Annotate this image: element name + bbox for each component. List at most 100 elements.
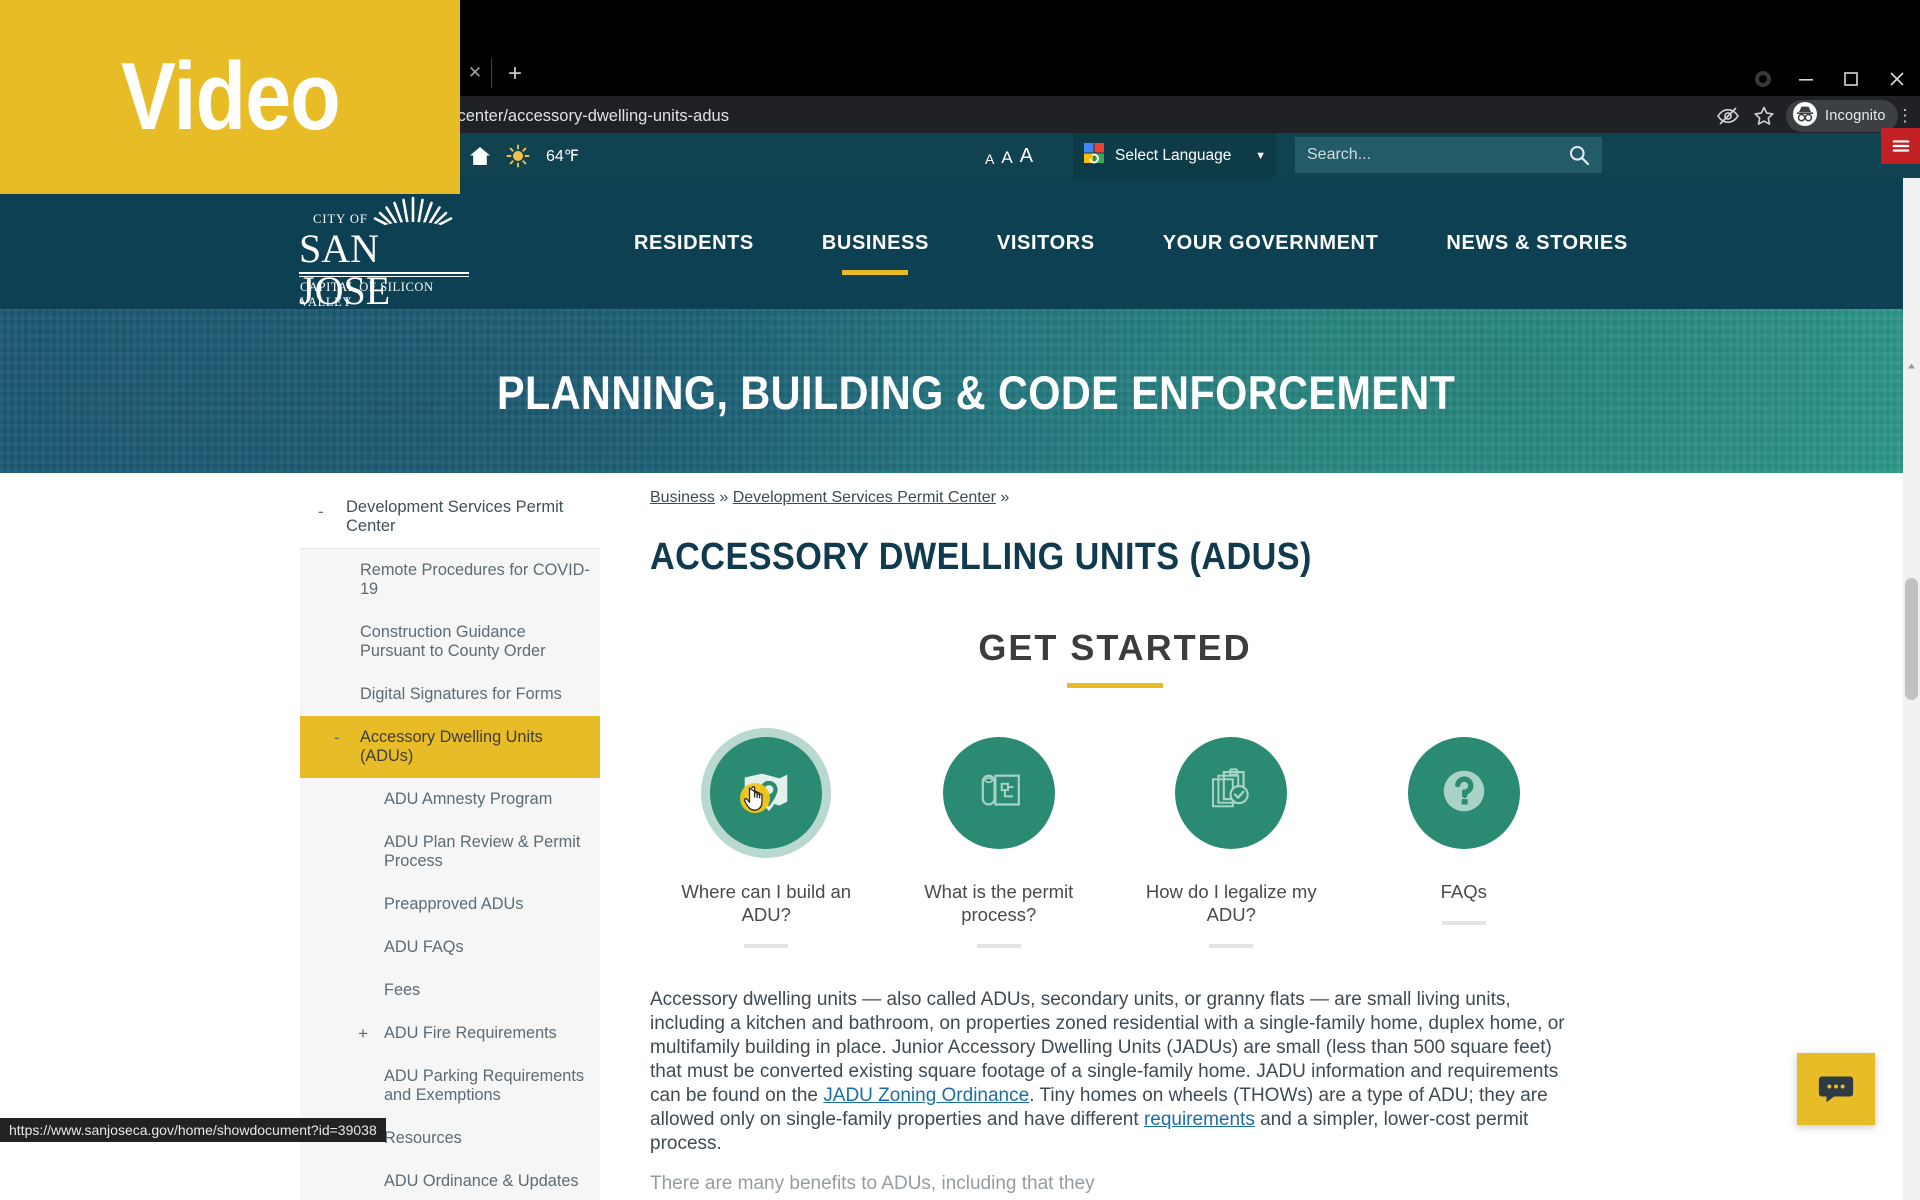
site-search[interactable] [1295, 137, 1602, 173]
card-label: What is the permit process? [924, 881, 1074, 925]
minimize-icon[interactable] [1793, 66, 1819, 92]
intro-paragraph: Accessory dwelling units — also called A… [650, 988, 1582, 1156]
sidebar-item-list: Remote Procedures for COVID-19 Construct… [300, 548, 600, 1200]
video-badge-label: Video [120, 43, 340, 150]
card-underline [1441, 921, 1486, 925]
nav-label: BUSINESS [821, 232, 929, 254]
sidebar-item-accessory-dwelling-units[interactable]: - Accessory Dwelling Units (ADUs) [300, 716, 600, 778]
card-circle-wrap [1166, 728, 1296, 858]
quick-link-cards: Where can I build an ADU? What is the pe… [650, 728, 1580, 948]
language-selector[interactable]: Select Language ▼ [1073, 133, 1276, 178]
sidebar-item-label: ADU Amnesty Program [384, 790, 553, 808]
text-size-small[interactable]: A [985, 152, 994, 166]
incognito-label: Incognito [1825, 108, 1886, 124]
sun-rays-icon [367, 192, 459, 232]
search-icon[interactable] [1568, 144, 1590, 166]
expand-toggle-icon[interactable]: + [358, 1024, 368, 1043]
intro-paragraph-2: There are many benefits to ADUs, includi… [650, 1173, 1095, 1194]
get-started-underline [1067, 683, 1163, 688]
nav-item-your-government[interactable]: YOUR GOVERNMENT [1129, 232, 1413, 255]
page-title: ACCESSORY DWELLING UNITS (ADUS) [650, 536, 1312, 578]
card-where-can-i-build[interactable]: Where can I build an ADU? [666, 728, 866, 948]
language-label: Select Language [1115, 146, 1232, 164]
nav-item-business[interactable]: BUSINESS [788, 232, 963, 275]
nav-active-underline [842, 270, 909, 275]
sidebar-item-label: Development Services Permit Center [346, 498, 564, 535]
logo-rule-top [299, 272, 469, 274]
nav-label: RESIDENTS [634, 232, 754, 254]
page-scrollbar-thumb[interactable] [1905, 578, 1918, 700]
chat-bubble-icon [1817, 1068, 1855, 1111]
breadcrumb-link-business[interactable]: Business [650, 489, 715, 506]
chat-widget-button[interactable] [1797, 1053, 1875, 1125]
sidebar-item-adu-faqs[interactable]: ADU FAQs [300, 926, 600, 969]
nav-label: YOUR GOVERNMENT [1162, 232, 1379, 254]
chrome-menu-icon[interactable]: ⋮ [1895, 102, 1915, 130]
card-permit-process[interactable]: What is the permit process? [899, 728, 1099, 948]
sidebar-item-adu-parking-requirements[interactable]: ADU Parking Requirements and Exemptions [300, 1055, 600, 1117]
maximize-icon[interactable] [1838, 66, 1864, 92]
weather-temperature: 64℉ [546, 147, 580, 165]
get-started-heading: GET STARTED [978, 627, 1252, 668]
scroll-up-arrow-icon[interactable] [1905, 360, 1918, 373]
nav-item-residents[interactable]: RESIDENTS [600, 232, 788, 255]
card-label: How do I legalize my ADU? [1145, 881, 1317, 925]
breadcrumb: Business » Development Services Permit C… [650, 488, 1600, 508]
nav-item-visitors[interactable]: VISITORS [963, 232, 1129, 255]
sidebar-item-label: ADU Fire Requirements [384, 1024, 557, 1042]
card-circle [710, 737, 823, 849]
card-legalize-my-adu[interactable]: How do I legalize my ADU? [1131, 728, 1331, 948]
record-indicator-icon [1750, 66, 1776, 92]
sidebar-item-label: Construction Guidance Pursuant to County… [360, 623, 546, 660]
sidebar-item-label: Fees [384, 981, 421, 999]
hero-title: PLANNING, BUILDING & CODE ENFORCEMENT [497, 366, 1456, 419]
sidebar-item-adu-plan-review[interactable]: ADU Plan Review & Permit Process [300, 821, 600, 883]
sidebar-item-adu-fire-requirements[interactable]: + ADU Fire Requirements [300, 1012, 600, 1055]
logo-rule-bottom [299, 276, 469, 277]
video-badge-overlay: Video [0, 0, 460, 194]
card-faqs[interactable]: FAQs [1364, 728, 1564, 948]
sidebar-item-construction-guidance[interactable]: Construction Guidance Pursuant to County… [300, 611, 600, 673]
sidebar-item-adu-amnesty-program[interactable]: ADU Amnesty Program [300, 778, 600, 821]
text-size-medium[interactable]: A [1001, 149, 1012, 166]
collapse-toggle-icon[interactable]: - [334, 728, 340, 747]
sidebar-item-label: ADU Plan Review & Permit Process [384, 833, 581, 870]
new-tab-button[interactable]: + [498, 58, 532, 90]
text-size-large[interactable]: A [1020, 146, 1033, 166]
sidebar-item-remote-procedures[interactable]: Remote Procedures for COVID-19 [300, 549, 600, 611]
window-close-icon[interactable] [1884, 66, 1910, 92]
feedback-tab-button[interactable] [1881, 128, 1920, 164]
collapse-toggle-icon[interactable]: - [318, 502, 324, 521]
question-mark-icon [1435, 762, 1493, 825]
sidebar-item-label: ADU Ordinance & Updates [384, 1172, 579, 1190]
card-circle [1175, 737, 1288, 849]
sidebar-navigation: - Development Services Permit Center Rem… [300, 488, 600, 1200]
logo-tagline: CAPITAL OF SILICON VALLEY [300, 280, 434, 309]
sidebar-item-label: ADU FAQs [384, 938, 464, 956]
bookmark-star-icon[interactable] [1750, 102, 1778, 130]
sidebar-item-preapproved-adus[interactable]: Preapproved ADUs [300, 883, 600, 926]
city-logo[interactable]: CITY OF SAN JOSE CAPITAL OF SILICON VALL… [295, 190, 475, 312]
sidebar-item-digital-signatures[interactable]: Digital Signatures for Forms [300, 673, 600, 716]
map-pin-icon [737, 762, 795, 825]
card-underline [976, 944, 1021, 948]
search-input[interactable] [1307, 146, 1568, 164]
sidebar-item-adu-ordinance-updates[interactable]: ADU Ordinance & Updates [300, 1160, 600, 1200]
eye-off-icon[interactable] [1714, 102, 1742, 130]
tab-close-icon[interactable]: ✕ [464, 62, 486, 84]
main-navigation: RESIDENTS BUSINESS VISITORS YOUR GOVERNM… [600, 178, 1662, 309]
sidebar-item-label: Preapproved ADUs [384, 895, 524, 913]
link-jadu-zoning-ordinance[interactable]: JADU Zoning Ordinance [823, 1085, 1029, 1106]
card-circle-wrap [701, 728, 832, 858]
card-label: FAQs [1440, 881, 1487, 902]
link-requirements[interactable]: requirements [1144, 1109, 1255, 1130]
sidebar-item-fees[interactable]: Fees [300, 969, 600, 1012]
sidebar-item-development-services-permit-center[interactable]: - Development Services Permit Center [300, 488, 600, 548]
home-icon[interactable] [468, 144, 492, 168]
sidebar-item-label: Resources [384, 1129, 462, 1147]
nav-item-news-stories[interactable]: NEWS & STORIES [1412, 232, 1661, 255]
card-underline [744, 944, 789, 948]
main-content: Business » Development Services Permit C… [650, 488, 1600, 1196]
nav-label: VISITORS [996, 232, 1095, 254]
breadcrumb-link-permit-center[interactable]: Development Services Permit Center [733, 489, 996, 506]
